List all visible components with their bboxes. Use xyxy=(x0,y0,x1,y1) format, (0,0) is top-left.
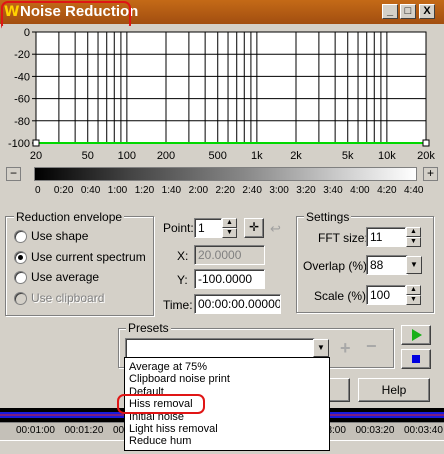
curve-point-start[interactable] xyxy=(32,139,40,147)
preview-play-button[interactable] xyxy=(401,325,431,345)
presets-select[interactable] xyxy=(125,338,315,358)
timeline-label: 00:03:40 xyxy=(404,425,443,436)
point-label: Point: xyxy=(163,221,194,235)
strip-time-label: 4:00 xyxy=(350,185,370,196)
scale-label: Scale (%): xyxy=(314,289,370,303)
timeline-label: 00:01:20 xyxy=(64,425,104,436)
help-button[interactable]: Help xyxy=(358,378,430,402)
strip-time-label: 2:00 xyxy=(188,185,209,196)
delete-point-icon[interactable]: ↩ xyxy=(270,221,281,237)
strip-time-label: 2:20 xyxy=(215,185,235,196)
y-axis-label: -40 xyxy=(14,71,30,83)
reduction-option-label[interactable]: Use current spectrum xyxy=(31,250,146,264)
reduction-option-radio[interactable] xyxy=(14,250,27,264)
preset-list-item[interactable]: Reduce hum xyxy=(129,435,191,447)
timeline-label: 00:03:20 xyxy=(355,425,395,436)
point-spin-up[interactable]: ▲ xyxy=(222,218,237,228)
reduction-option-radio[interactable] xyxy=(14,271,27,284)
maximize-button[interactable]: □ xyxy=(400,4,416,19)
strip-time-label: 3:00 xyxy=(269,185,289,196)
reduction-option-label[interactable]: Use shape xyxy=(31,229,88,243)
x-label: X: xyxy=(177,249,189,263)
preset-list-item[interactable]: Average at 75% xyxy=(129,361,207,373)
add-point-button[interactable]: ✛ xyxy=(244,218,264,238)
stop-icon xyxy=(412,355,420,363)
y-axis-label: -80 xyxy=(14,116,30,128)
strip-time-label: 2:40 xyxy=(242,185,262,196)
x-axis-label: 20k xyxy=(417,150,435,162)
x-axis-label: 5k xyxy=(342,150,354,162)
time-label: Time: xyxy=(163,298,193,312)
timeline-label: 00:01:00 xyxy=(16,425,55,436)
play-icon xyxy=(412,329,422,341)
presets-legend: Presets xyxy=(126,321,171,335)
noise-profile-graph[interactable]: 0 -20 -40 -60 -80 -100 20 50 100 200 500 1k 2k 5k 10k… xyxy=(2,26,440,162)
strip-time-label: 4:20 xyxy=(377,185,397,196)
reduction-envelope-legend: Reduction envelope xyxy=(14,210,125,224)
strip-time-label: 1:40 xyxy=(161,185,182,196)
y-axis-label: 0 xyxy=(24,27,30,39)
hiss-removal-highlight-annotation xyxy=(117,394,205,414)
settings-legend: Settings xyxy=(304,210,352,224)
strip-time-label: 3:20 xyxy=(296,185,316,196)
x-axis-labels: 20 50 100 200 500 1k 2k 5k 10k 20k xyxy=(30,150,435,162)
y-axis-label: -20 xyxy=(14,49,30,61)
scale-input[interactable]: 100 xyxy=(366,285,406,305)
overlap-label: Overlap (%): xyxy=(303,259,371,273)
fft-spin-up[interactable]: ▲ xyxy=(406,227,421,237)
remove-preset-icon[interactable]: − xyxy=(366,336,377,357)
x-axis-label: 2k xyxy=(290,150,302,162)
y-axis-label: -60 xyxy=(14,94,30,106)
reduction-option-label: Use clipboard xyxy=(31,290,105,305)
overlap-select[interactable]: 88 xyxy=(366,255,408,275)
zoom-out-button[interactable]: − xyxy=(6,167,21,181)
point-spin-down[interactable]: ▼ xyxy=(222,228,237,238)
x-axis-label: 10k xyxy=(378,150,396,162)
x-axis-label: 1k xyxy=(251,150,263,162)
reduction-option-radio[interactable] xyxy=(14,230,27,243)
x-axis-label: 200 xyxy=(157,150,175,162)
x-axis-label: 100 xyxy=(118,150,136,162)
strip-time-label: 3:40 xyxy=(323,185,343,196)
strip-time-label: 0:20 xyxy=(53,185,74,196)
fft-size-input[interactable]: 11 xyxy=(366,227,406,247)
fft-size-label: FFT size: xyxy=(318,231,368,245)
scale-spin-down[interactable]: ▼ xyxy=(406,295,421,305)
close-button[interactable]: X xyxy=(419,4,435,19)
x-axis-label: 500 xyxy=(209,150,227,162)
y-axis-labels: 0 -20 -40 -60 -80 -100 xyxy=(8,27,36,150)
fft-spin-down[interactable]: ▼ xyxy=(406,237,421,247)
curve-point-end[interactable] xyxy=(422,139,430,147)
point-input[interactable]: 1 xyxy=(194,218,222,238)
y-label: Y: xyxy=(177,273,188,287)
presets-dropdown-arrow-icon[interactable]: ▼ xyxy=(313,339,329,357)
strip-time-label: 0:40 xyxy=(80,185,101,196)
y-value-input[interactable]: -100.0000 xyxy=(194,269,265,289)
scale-spin-up[interactable]: ▲ xyxy=(406,285,421,295)
reduction-option-label[interactable]: Use average xyxy=(31,270,99,284)
reduction-option-radio xyxy=(14,291,27,305)
x-value-field: 20.0000 xyxy=(194,245,265,265)
x-axis-label: 20 xyxy=(30,150,42,162)
preset-list-item[interactable]: Light hiss removal xyxy=(129,423,218,435)
minimize-button[interactable]: _ xyxy=(382,4,398,19)
strip-time-label: 1:00 xyxy=(107,185,128,196)
preset-list-item[interactable]: Clipboard noise print xyxy=(129,373,230,385)
strip-time-label: 0 xyxy=(35,185,41,196)
overlap-dropdown-arrow-icon[interactable]: ▼ xyxy=(406,256,422,274)
strip-time-label: 1:20 xyxy=(134,185,155,196)
y-axis-label: -100 xyxy=(8,138,30,150)
preview-stop-button[interactable] xyxy=(401,349,431,369)
strip-time-label: 4:40 xyxy=(404,185,424,196)
zoom-in-button[interactable]: + xyxy=(423,167,438,181)
graph-canvas[interactable]: 0 -20 -40 -60 -80 -100 20 50 100 200 500 1k 2k 5k 10k… xyxy=(2,26,440,162)
x-axis-label: 50 xyxy=(82,150,94,162)
time-input[interactable]: 00:00:00.00000 xyxy=(194,294,281,314)
spectrum-gradient-bar xyxy=(34,167,417,181)
add-preset-icon[interactable]: + xyxy=(340,338,351,359)
